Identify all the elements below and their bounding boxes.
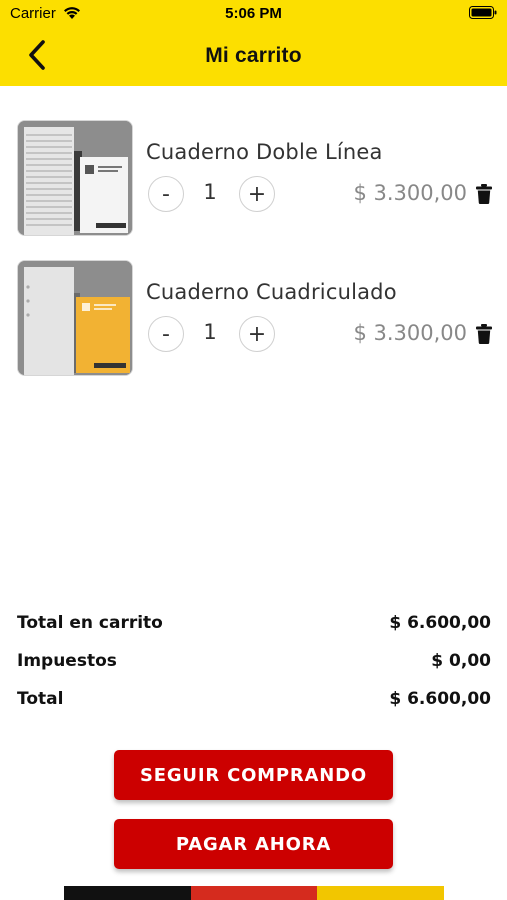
product-name: Cuaderno Doble Línea [146,140,383,164]
product-image[interactable] [17,260,133,376]
summary-value: $ 6.600,00 [389,689,491,709]
increase-quantity-button[interactable]: + [239,176,275,212]
summary-label: Total [17,689,64,709]
cart-item: Cuaderno Doble Línea - 1 + $ 3.300,00 [0,120,507,240]
product-price: $ 3.300,00 [353,321,467,345]
pay-now-button[interactable]: PAGAR AHORA [114,819,393,869]
flag-stripe [190,886,318,900]
page-title: Mi carrito [205,44,302,67]
product-price: $ 3.300,00 [353,181,467,205]
product-image[interactable] [17,120,133,236]
quantity-value: 1 [203,320,217,344]
flag-strip [64,886,445,900]
summary-value: $ 6.600,00 [389,613,491,633]
flag-stripe [317,886,445,900]
status-bar: Carrier 5:06 PM [0,0,507,28]
summary-value: $ 0,00 [431,651,491,671]
trash-icon[interactable] [476,184,492,204]
summary-label: Impuestos [17,651,117,671]
flag-stripe [64,886,191,900]
increase-quantity-button[interactable]: + [239,316,275,352]
top-bar: Carrier 5:06 PM Mi carrito [0,0,507,86]
summary-total: Total $ 6.600,00 [17,689,491,715]
status-time: 5:06 PM [225,5,282,22]
continue-shopping-button[interactable]: SEGUIR COMPRANDO [114,750,393,800]
summary-taxes: Impuestos $ 0,00 [17,651,491,677]
trash-icon[interactable] [476,324,492,344]
summary-label: Total en carrito [17,613,163,633]
summary-cart-total: Total en carrito $ 6.600,00 [17,613,491,639]
cart-item: Cuaderno Cuadriculado - 1 + $ 3.300,00 [0,260,507,380]
quantity-value: 1 [203,180,217,204]
decrease-quantity-button[interactable]: - [148,176,184,212]
decrease-quantity-button[interactable]: - [148,316,184,352]
product-name: Cuaderno Cuadriculado [146,280,397,304]
battery-icon [469,6,497,24]
